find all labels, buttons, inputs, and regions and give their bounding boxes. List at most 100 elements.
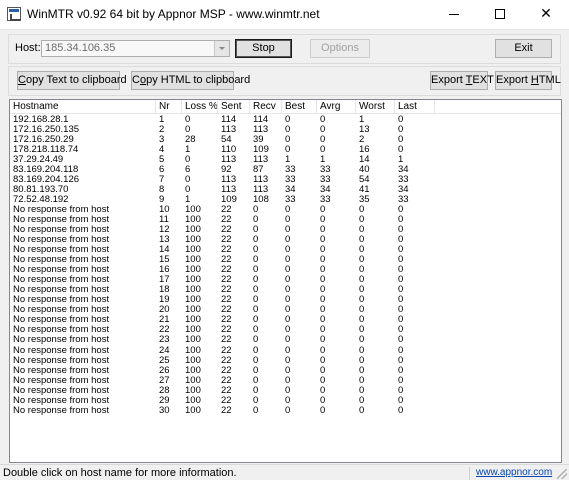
copy-text-label: opy Text to clipboard [25, 74, 127, 86]
host-label: Host: [15, 42, 41, 54]
table-row[interactable]: No response from host 24 100 22 0 0 0 0 0 [10, 345, 561, 356]
table-row[interactable]: No response from host 18 100 22 0 0 0 0 0 [10, 285, 561, 295]
table-row[interactable]: 178.218.118.74 4 1 110 109 0 0 16 0 [10, 145, 561, 156]
table-cell: 87 [253, 165, 264, 176]
table-cell: 22 [221, 385, 232, 396]
table-cell: 20 [159, 305, 170, 316]
chevron-down-icon[interactable] [214, 41, 229, 56]
table-cell: 100 [185, 335, 201, 346]
hostname-cell: No response from host [13, 355, 110, 366]
table-row[interactable]: No response from host 27 100 22 0 0 0 0 0 [10, 375, 561, 386]
table-cell: 0 [359, 205, 365, 216]
table-row[interactable]: No response from host 14 100 22 0 0 0 0 0 [10, 245, 561, 256]
column-header[interactable]: Sent [218, 100, 250, 114]
maximize-button[interactable] [477, 0, 523, 29]
table-row[interactable]: No response from host 13 100 22 0 0 0 0 0 [10, 235, 561, 246]
table-cell: 0 [320, 245, 326, 256]
table-cell: 0 [398, 225, 404, 236]
table-cell: 35 [359, 195, 370, 206]
table-cell: 0 [359, 365, 365, 376]
table-cell: 0 [285, 315, 291, 326]
table-cell: 13 [159, 235, 170, 246]
table-row[interactable]: No response from host 16 100 22 0 0 0 0 0 [10, 265, 561, 275]
table-row[interactable]: No response from host 12 100 22 0 0 0 0 0 [10, 225, 561, 236]
close-button[interactable]: ✕ [523, 0, 569, 29]
table-cell: 113 [253, 155, 269, 166]
table-cell: 15 [159, 255, 170, 266]
table-row[interactable]: No response from host 29 100 22 0 0 0 0 0 [10, 395, 561, 406]
table-cell: 0 [253, 375, 259, 386]
table-cell: 29 [159, 395, 170, 406]
hostname-cell: 37.29.24.49 [13, 155, 64, 166]
table-cell: 114 [221, 115, 237, 125]
minimize-button[interactable] [431, 0, 477, 29]
column-header[interactable]: Avrg [317, 100, 356, 114]
table-cell: 0 [253, 385, 259, 396]
column-header[interactable]: Hostname [10, 100, 156, 114]
table-cell: 3 [159, 135, 165, 145]
table-row[interactable]: No response from host 15 100 22 0 0 0 0 0 [10, 255, 561, 266]
table-cell: 0 [398, 355, 404, 366]
table-row[interactable]: 83.169.204.118 6 6 92 87 33 33 40 34 [10, 165, 561, 176]
copy-html-label: py HTML to clipboard [146, 74, 251, 86]
hostname-cell: No response from host [13, 305, 110, 316]
table-row[interactable]: No response from host 22 100 22 0 0 0 0 0 [10, 325, 561, 336]
table-cell: 22 [221, 365, 232, 376]
table-row[interactable]: No response from host 21 100 22 0 0 0 0 0 [10, 315, 561, 326]
table-cell: 0 [285, 405, 291, 416]
hostname-cell: No response from host [13, 385, 110, 396]
copy-text-button[interactable]: Copy Text to clipboard [17, 71, 127, 90]
table-cell: 0 [398, 205, 404, 216]
table-row[interactable]: No response from host 25 100 22 0 0 0 0 0 [10, 355, 561, 366]
table-cell: 0 [285, 145, 291, 156]
table-cell: 33 [398, 195, 409, 206]
title-bar[interactable]: WinMTR v0.92 64 bit by Appnor MSP - www.… [0, 0, 569, 29]
table-row[interactable]: 80.81.193.70 8 0 113 113 34 34 41 34 [10, 185, 561, 195]
export-html-button[interactable]: Export HTML [495, 71, 561, 90]
table-cell: 100 [185, 225, 201, 236]
appnor-link[interactable]: www.appnor.com [469, 467, 552, 480]
table-cell: 0 [253, 275, 259, 286]
table-row[interactable]: 172.16.250.135 2 0 113 113 0 0 13 0 [10, 125, 561, 135]
export-text-button[interactable]: Export TEXT [430, 71, 494, 90]
column-header[interactable]: Recv [250, 100, 282, 114]
resize-grip-icon[interactable] [557, 469, 567, 479]
column-header[interactable]: Worst [356, 100, 395, 114]
column-header[interactable]: Nr [156, 100, 182, 114]
table-row[interactable]: No response from host 17 100 22 0 0 0 0 0 [10, 275, 561, 286]
table-row[interactable]: No response from host 26 100 22 0 0 0 0 0 [10, 365, 561, 376]
table-row[interactable]: No response from host 11 100 22 0 0 0 0 0 [10, 215, 561, 226]
exit-button[interactable]: Exit [495, 39, 552, 58]
table-row[interactable]: No response from host 30 100 22 0 0 0 0 0 [10, 405, 561, 416]
table-cell: 100 [185, 365, 201, 376]
table-row[interactable]: 192.168.28.1 1 0 114 114 0 0 1 0 [10, 115, 561, 125]
table-row[interactable]: 72.52.48.192 9 1 109 108 33 33 35 33 [10, 195, 561, 206]
table-cell: 19 [159, 295, 170, 306]
hostname-cell: 83.169.204.126 [13, 175, 80, 186]
table-cell: 22 [221, 255, 232, 266]
column-header[interactable]: Loss % [182, 100, 218, 114]
table-row[interactable]: No response from host 23 100 22 0 0 0 0 0 [10, 335, 561, 346]
host-combobox[interactable]: 185.34.106.35 [41, 40, 230, 57]
table-row[interactable]: 37.29.24.49 5 0 113 113 1 1 14 1 [10, 155, 561, 166]
column-header[interactable]: Last [395, 100, 435, 114]
table-cell: 0 [398, 215, 404, 226]
table-cell: 0 [320, 325, 326, 336]
table-cell: 100 [185, 395, 201, 406]
table-cell: 0 [285, 205, 291, 216]
table-row[interactable]: No response from host 28 100 22 0 0 0 0 0 [10, 385, 561, 396]
hostname-cell: No response from host [13, 345, 110, 356]
table-row[interactable]: No response from host 10 100 22 0 0 0 0 0 [10, 205, 561, 216]
table-cell: 22 [221, 205, 232, 216]
table-row[interactable]: No response from host 19 100 22 0 0 0 0 0 [10, 295, 561, 306]
table-cell: 100 [185, 305, 201, 316]
stop-button[interactable]: Stop [235, 39, 292, 58]
results-table[interactable]: Hostname Nr Loss % Sent Recv Best Avrg Worst Las… [9, 99, 562, 463]
table-row[interactable]: 172.16.250.29 3 28 54 39 0 0 2 0 [10, 135, 561, 145]
table-cell: 0 [320, 145, 326, 156]
table-row[interactable]: No response from host 20 100 22 0 0 0 0 0 [10, 305, 561, 316]
column-header[interactable]: Best [282, 100, 317, 114]
options-button[interactable]: Options [310, 39, 370, 58]
copy-html-button[interactable]: Copy HTML to clipboard [131, 71, 250, 90]
table-row[interactable]: 83.169.204.126 7 0 113 113 33 33 54 33 [10, 175, 561, 186]
